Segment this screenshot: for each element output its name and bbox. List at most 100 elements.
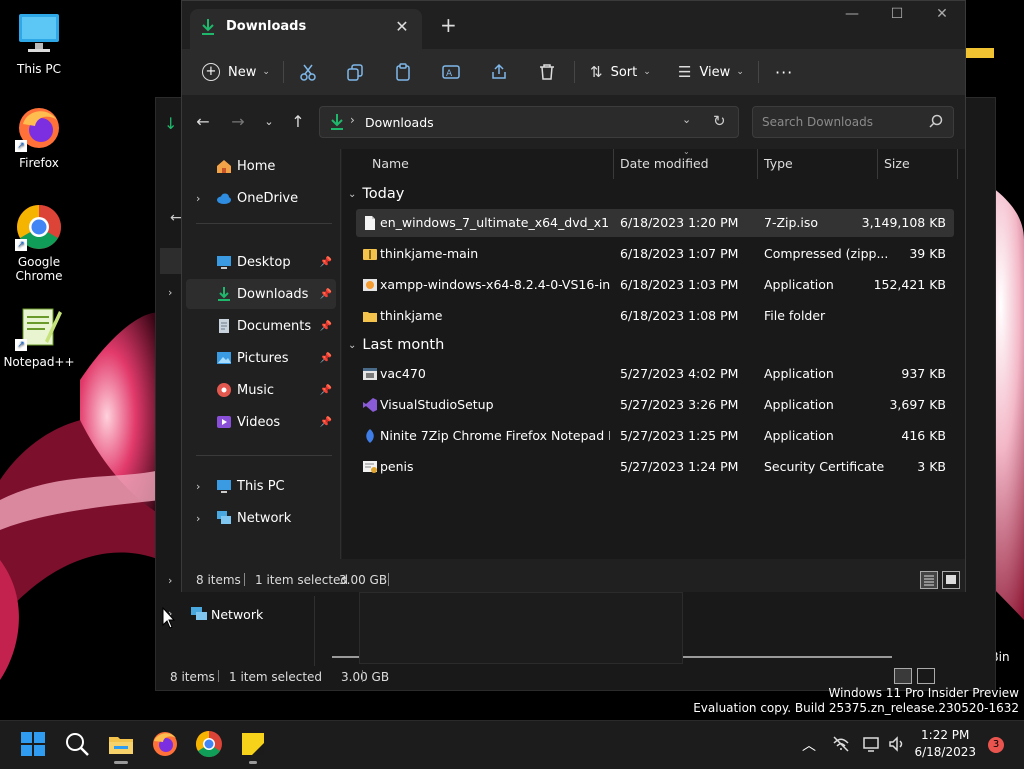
desktop-icon-firefox[interactable]: ↗ Firefox (1, 104, 77, 170)
refresh-icon[interactable]: ↻ (713, 112, 726, 130)
pin-icon[interactable]: 📌 (320, 321, 332, 332)
sort-button[interactable]: ⇅ Sort ⌄ (590, 57, 651, 87)
taskbar-firefox[interactable] (150, 729, 180, 759)
column-header-size[interactable]: Size (884, 156, 910, 171)
nav-item-downloads[interactable]: Downloads 📌 (186, 279, 336, 309)
forward-arrow-icon[interactable]: → (227, 111, 249, 133)
certificate-icon (362, 459, 378, 475)
pin-icon[interactable]: 📌 (320, 289, 332, 300)
table-row[interactable]: thinkjame-main 6/18/2023 1:07 PM Compres… (356, 240, 954, 268)
chevron-right-icon[interactable]: › (168, 286, 172, 299)
nav-item-videos[interactable]: Videos 📌 (186, 407, 336, 437)
show-hidden-icons-chevron-icon[interactable]: ︿ (802, 735, 816, 755)
paste-icon[interactable] (394, 57, 412, 87)
minimize-icon[interactable]: — (829, 6, 875, 30)
table-row[interactable]: VisualStudioSetup 5/27/2023 3:26 PM Appl… (356, 391, 954, 419)
group-header-last-month[interactable]: ⌄ Last month (348, 337, 444, 353)
more-options-button[interactable]: ··· (775, 57, 793, 87)
desktop-icon-notepadpp[interactable]: ↗ Notepad++ (1, 303, 77, 369)
column-separator[interactable] (757, 149, 758, 179)
breadcrumb-chevron-icon[interactable]: › (350, 113, 355, 127)
close-window-icon[interactable]: ✕ (919, 6, 965, 30)
breadcrumb-downloads[interactable]: Downloads (365, 115, 434, 130)
view-button[interactable]: ☰ View ⌄ (678, 57, 744, 87)
cut-icon[interactable] (299, 57, 317, 87)
new-tab-icon[interactable]: + (440, 13, 457, 37)
table-row[interactable]: penis 5/27/2023 1:24 PM Security Certifi… (356, 453, 954, 481)
table-row[interactable]: thinkjame 6/18/2023 1:08 PM File folder (356, 302, 954, 330)
column-header-type[interactable]: Type (764, 156, 793, 171)
pin-icon[interactable]: 📌 (320, 353, 332, 364)
background-window-fragment (359, 592, 683, 664)
back-arrow-icon[interactable]: ← (170, 210, 182, 226)
network-offline-icon[interactable] (832, 735, 850, 757)
pin-icon[interactable]: 📌 (320, 385, 332, 396)
start-button[interactable] (18, 729, 48, 759)
nav-item-pictures[interactable]: Pictures 📌 (186, 343, 336, 373)
title-bar[interactable]: Downloads ✕ + — ☐ ✕ (182, 1, 965, 49)
nav-item-this-pc[interactable]: › This PC (186, 471, 336, 501)
delete-icon[interactable] (538, 57, 556, 87)
nav-item-documents[interactable]: Documents 📌 (186, 311, 336, 341)
table-row[interactable]: Ninite 7Zip Chrome Firefox Notepad Inst.… (356, 422, 954, 450)
search-icon (66, 733, 89, 756)
column-separator[interactable] (877, 149, 878, 179)
details-view-icon[interactable] (894, 668, 912, 684)
display-icon[interactable] (862, 735, 880, 757)
column-separator[interactable] (957, 149, 958, 179)
table-row[interactable]: en_windows_7_ultimate_x64_dvd_x15-65... … (356, 209, 954, 237)
file-explorer-window[interactable]: Downloads ✕ + — ☐ ✕ + New ⌄ A ⇅ Sort ⌄ ☰… (181, 0, 966, 592)
recent-locations-chevron-icon[interactable]: ⌄ (258, 111, 280, 133)
pictures-folder-icon (216, 350, 232, 366)
column-header-date[interactable]: Date modified (620, 156, 709, 171)
nav-item-music[interactable]: Music 📌 (186, 375, 336, 405)
close-tab-icon[interactable]: ✕ (390, 15, 414, 39)
tiles-view-icon[interactable] (917, 668, 935, 684)
search-icon[interactable] (929, 113, 943, 132)
new-button[interactable]: + New ⌄ (202, 57, 270, 87)
chevron-right-icon[interactable]: › (196, 480, 200, 493)
details-view-icon[interactable] (920, 571, 938, 589)
address-bar[interactable]: › Downloads ⌄ ↻ (319, 106, 739, 138)
share-icon[interactable] (490, 57, 508, 87)
maximize-icon[interactable]: ☐ (874, 6, 920, 30)
rename-icon[interactable]: A (442, 57, 460, 87)
column-separator[interactable] (613, 149, 614, 179)
nav-item-home[interactable]: Home (186, 151, 336, 181)
system-clock[interactable]: 1:22 PM 6/18/2023 (914, 727, 976, 761)
group-header-today[interactable]: ⌄ Today (348, 186, 404, 202)
back-arrow-icon[interactable]: ← (192, 111, 214, 133)
nav-item-label: This PC (237, 478, 285, 494)
pin-icon[interactable]: 📌 (320, 417, 332, 428)
table-row[interactable]: vac470 5/27/2023 4:02 PM Application 937… (356, 360, 954, 388)
nav-item-desktop[interactable]: Desktop 📌 (186, 247, 336, 277)
table-row[interactable]: xampp-windows-x64-8.2.4-0-VS16-instal...… (356, 271, 954, 299)
pin-icon[interactable]: 📌 (320, 257, 332, 268)
taskbar-file-explorer[interactable] (106, 729, 136, 764)
tab-downloads[interactable]: Downloads ✕ (190, 9, 422, 49)
chevron-right-icon[interactable]: › (196, 512, 200, 525)
column-header-name[interactable]: Name (372, 156, 409, 171)
folder-icon (362, 308, 378, 324)
volume-icon[interactable] (888, 735, 906, 757)
search-button[interactable] (62, 729, 92, 759)
taskbar-sticky-notes[interactable] (238, 729, 268, 764)
search-input[interactable]: Search Downloads (752, 106, 954, 138)
file-date: 5/27/2023 4:02 PM (620, 366, 739, 381)
desktop-icon-this-pc[interactable]: This PC (1, 10, 77, 76)
address-dropdown-icon[interactable]: ⌄ (682, 113, 691, 126)
desktop-icon-chrome[interactable]: ↗ Google Chrome (1, 203, 77, 283)
status-size: 3.00 GB (339, 573, 388, 587)
up-arrow-icon[interactable]: ↑ (287, 111, 309, 133)
download-folder-icon (200, 18, 216, 40)
chevron-right-icon[interactable]: › (168, 574, 172, 587)
copy-icon[interactable] (346, 57, 364, 87)
taskbar-chrome[interactable] (194, 729, 224, 759)
status-selected: 1 item selected (255, 573, 349, 587)
nav-item-network[interactable]: Network (211, 607, 263, 622)
chevron-right-icon[interactable]: › (196, 192, 200, 205)
nav-item-onedrive[interactable]: › OneDrive (186, 183, 336, 213)
tiles-view-icon[interactable] (942, 571, 960, 589)
nav-item-network[interactable]: › Network (186, 503, 336, 533)
notification-badge[interactable]: 3 (988, 737, 1004, 753)
